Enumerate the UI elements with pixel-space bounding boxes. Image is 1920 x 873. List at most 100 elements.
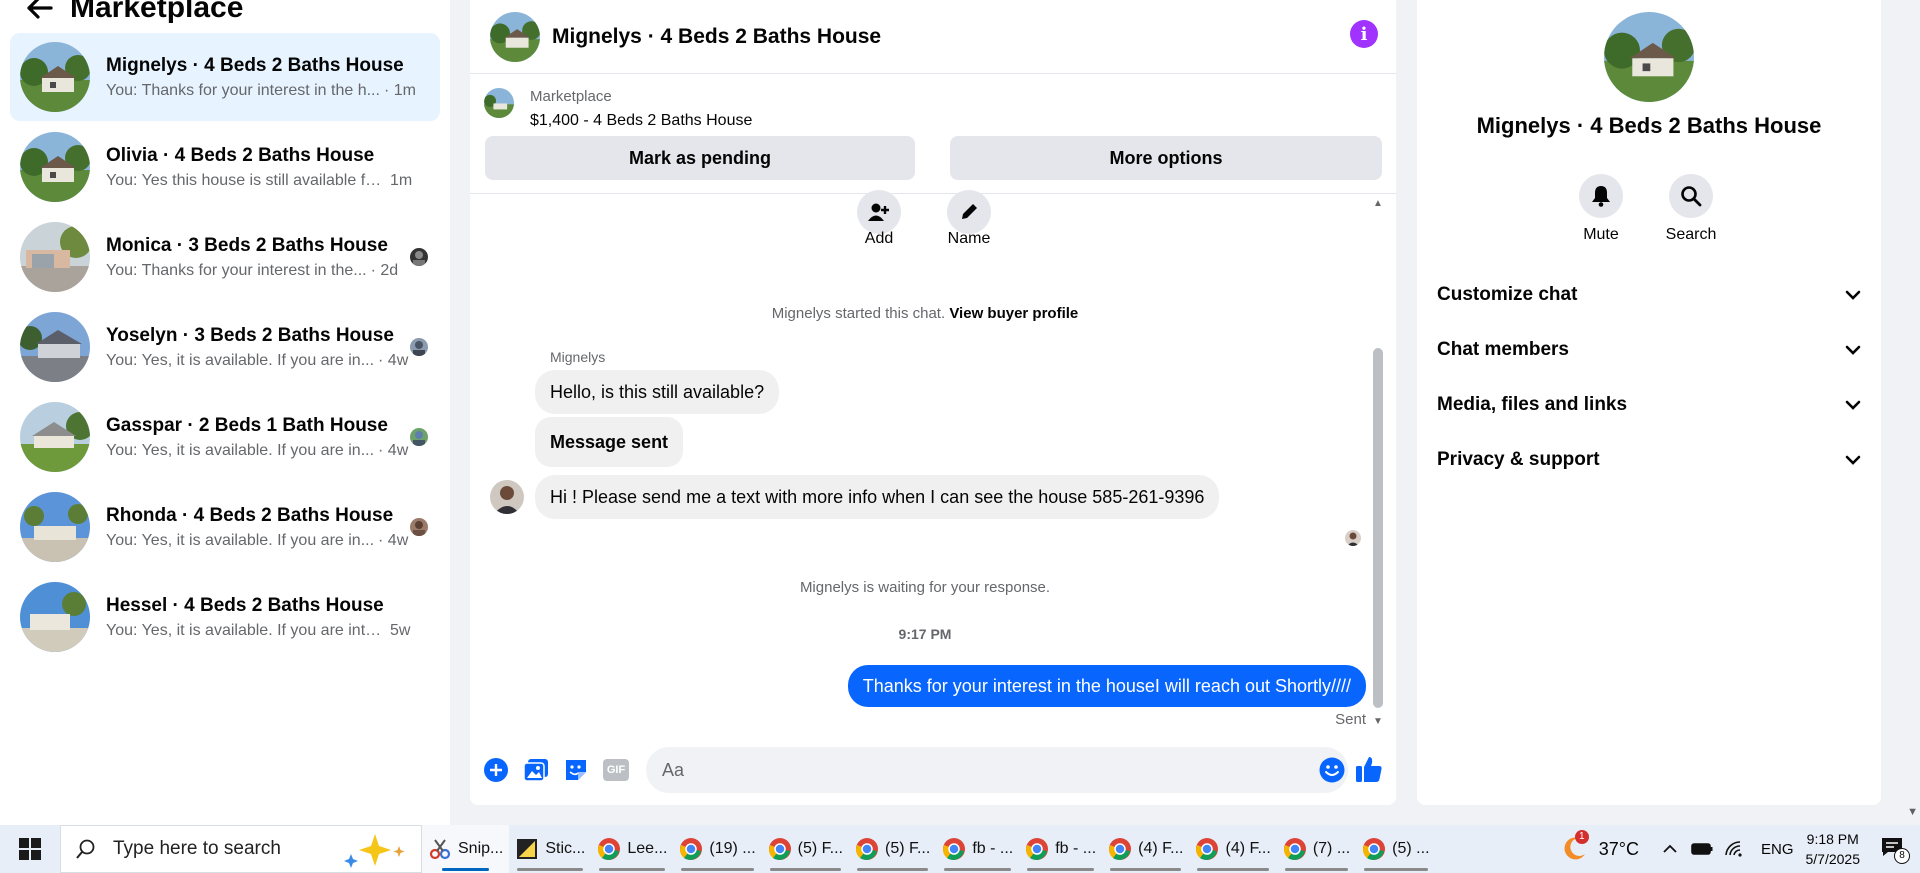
more-options-button[interactable]: More options (950, 136, 1382, 180)
messages-scrollbar[interactable]: ▲ ▼ (1372, 198, 1384, 728)
conversation-item-rhonda[interactable]: Rhonda · 4 Beds 2 Baths House You: Yes, … (10, 483, 440, 571)
house-avatar (20, 582, 90, 652)
weather-moon-icon: 1 (1561, 830, 1591, 864)
plus-circle-icon[interactable] (482, 756, 510, 784)
taskbar-app-chrome[interactable]: fb - ... (936, 825, 1019, 873)
chrome-icon (1363, 838, 1386, 860)
media-files-links-row[interactable]: Media, files and links (1437, 383, 1861, 427)
conversation-time: · 2d (370, 262, 399, 279)
search-label: Search (1665, 226, 1717, 243)
scrollbar-thumb[interactable] (1373, 348, 1383, 708)
mark-as-pending-button[interactable]: Mark as pending (485, 136, 915, 180)
house-avatar (20, 402, 90, 472)
house-avatar[interactable] (490, 11, 540, 62)
taskbar-app-chrome[interactable]: (5) F... (762, 825, 849, 873)
conversation-item-hessel[interactable]: Hessel · 4 Beds 2 Baths House You: Yes, … (10, 573, 440, 661)
chevron-down-icon (1845, 345, 1861, 355)
sticker-icon[interactable] (562, 756, 590, 784)
incoming-message[interactable]: Hi ! Please send me a text with more inf… (535, 475, 1220, 519)
add-person-button[interactable] (857, 190, 901, 234)
scroll-down-arrow-icon[interactable]: ▼ (1372, 716, 1384, 728)
view-buyer-profile-link[interactable]: View buyer profile (949, 305, 1078, 322)
windows-taskbar: Type here to search Snip... Stic... Lee.… (0, 825, 1920, 873)
section-label: Chat members (1437, 339, 1569, 360)
notification-center-icon[interactable]: 8 (1880, 836, 1910, 864)
search-button[interactable] (1669, 174, 1713, 218)
privacy-support-row[interactable]: Privacy & support (1437, 438, 1861, 482)
taskbar-app-sticky-notes[interactable]: Stic... (509, 825, 591, 873)
scroll-up-arrow-icon[interactable]: ▲ (1372, 198, 1384, 210)
gif-label: GIF (603, 759, 629, 781)
conversation-name: Yoselyn · 3 Beds 2 Baths House (106, 325, 394, 346)
weather-widget[interactable]: 1 37°C (1561, 830, 1639, 864)
taskbar-app-label: (7) ... (1312, 840, 1351, 857)
taskbar-app-label: fb - ... (972, 840, 1014, 857)
taskbar-app-chrome[interactable]: Lee... (591, 825, 673, 873)
outgoing-message[interactable]: Thanks for your interest in the houseI w… (847, 665, 1366, 707)
conversation-name: Mignelys · 4 Beds 2 Baths House (106, 55, 404, 76)
back-arrow-icon[interactable] (20, 0, 60, 28)
taskbar-app-chrome[interactable]: (7) ... (1277, 825, 1356, 873)
sender-avatar[interactable] (490, 480, 524, 514)
conversation-item-yoselyn[interactable]: Yoselyn · 3 Beds 2 Baths House You: Yes,… (10, 303, 440, 391)
taskbar-app-chrome[interactable]: (5) F... (849, 825, 936, 873)
photo-icon[interactable] (522, 756, 550, 784)
taskbar-app-chrome[interactable]: (5) ... (1356, 825, 1435, 873)
conversation-sidebar: Marketplace Mignelys · 4 Beds 2 Baths Ho… (0, 0, 450, 825)
conversation-name: Monica · 3 Beds 2 Baths House (106, 235, 388, 256)
battery-icon[interactable] (1691, 842, 1713, 856)
chrome-icon (943, 838, 966, 860)
listing-card: Marketplace $1,400 - 4 Beds 2 Baths Hous… (470, 74, 1396, 194)
section-label: Privacy & support (1437, 449, 1600, 470)
chrome-icon (680, 838, 703, 860)
conversation-item-gasspar[interactable]: Gasspar · 2 Beds 1 Bath House You: Yes, … (10, 393, 440, 481)
customize-chat-row[interactable]: Customize chat (1437, 273, 1861, 317)
mute-button[interactable] (1579, 174, 1623, 218)
search-icon (76, 839, 95, 859)
chrome-icon (855, 838, 878, 860)
sidebar-title: Marketplace (70, 0, 244, 24)
chat-title[interactable]: Mignelys · 4 Beds 2 Baths House (552, 25, 881, 49)
taskbar-search-box[interactable]: Type here to search (60, 825, 422, 873)
chat-members-row[interactable]: Chat members (1437, 328, 1861, 372)
conversation-snippet: You: Thanks for your interest in the h..… (106, 82, 380, 99)
wifi-icon[interactable] (1723, 841, 1745, 857)
taskbar-app-snipping-tool[interactable]: Snip... (422, 825, 510, 873)
listing-thumbnail[interactable] (484, 88, 514, 118)
incoming-message[interactable]: Hello, is this still available? (535, 370, 780, 414)
incoming-message[interactable]: Message sent (535, 417, 684, 467)
conversation-item-mignelys[interactable]: Mignelys · 4 Beds 2 Baths House You: Tha… (10, 33, 440, 121)
name-button[interactable] (947, 190, 991, 234)
page-scroll-down-arrow-icon[interactable]: ▼ (1907, 806, 1918, 818)
emoji-icon[interactable] (1318, 756, 1346, 784)
chevron-up-icon[interactable] (1659, 844, 1681, 854)
clock[interactable]: 9:18 PM 5/7/2025 (1806, 829, 1861, 869)
listing-source: Marketplace (530, 88, 612, 105)
message-composer: GIF (470, 735, 1396, 805)
taskbar-app-chrome[interactable]: (4) F... (1102, 825, 1189, 873)
taskbar-app-chrome[interactable]: (4) F... (1189, 825, 1276, 873)
conversation-item-olivia[interactable]: Olivia · 4 Beds 2 Baths House You: Yes t… (10, 123, 440, 211)
conversation-time: 5w (390, 622, 411, 639)
search-icon (1681, 186, 1702, 207)
bell-icon (1592, 186, 1610, 207)
sparkle-icon (344, 834, 405, 868)
windows-start-icon[interactable] (0, 825, 60, 873)
info-icon[interactable]: i (1350, 20, 1378, 48)
message-input[interactable] (646, 747, 1348, 793)
house-avatar (20, 132, 90, 202)
listing-title[interactable]: $1,400 - 4 Beds 2 Baths House (530, 112, 752, 130)
chat-header: Mignelys · 4 Beds 2 Baths House i (470, 0, 1396, 74)
sidebar-header: Marketplace (20, 0, 243, 28)
conversation-item-monica[interactable]: Monica · 3 Beds 2 Baths House You: Thank… (10, 213, 440, 301)
waiting-notice: Mignelys is waiting for your response. (799, 579, 1051, 596)
taskbar-app-chrome[interactable]: (19) ... (673, 825, 761, 873)
thumbs-up-icon[interactable] (1354, 754, 1386, 786)
taskbar-app-chrome[interactable]: fb - ... (1019, 825, 1102, 873)
gif-icon[interactable]: GIF (602, 756, 630, 784)
seen-avatar (410, 518, 428, 536)
language-indicator[interactable]: ENG (1761, 841, 1794, 858)
conversation-snippet: You: Yes, it is available. If you are in… (106, 622, 386, 639)
house-avatar (20, 312, 90, 382)
chevron-down-icon (1845, 290, 1861, 300)
